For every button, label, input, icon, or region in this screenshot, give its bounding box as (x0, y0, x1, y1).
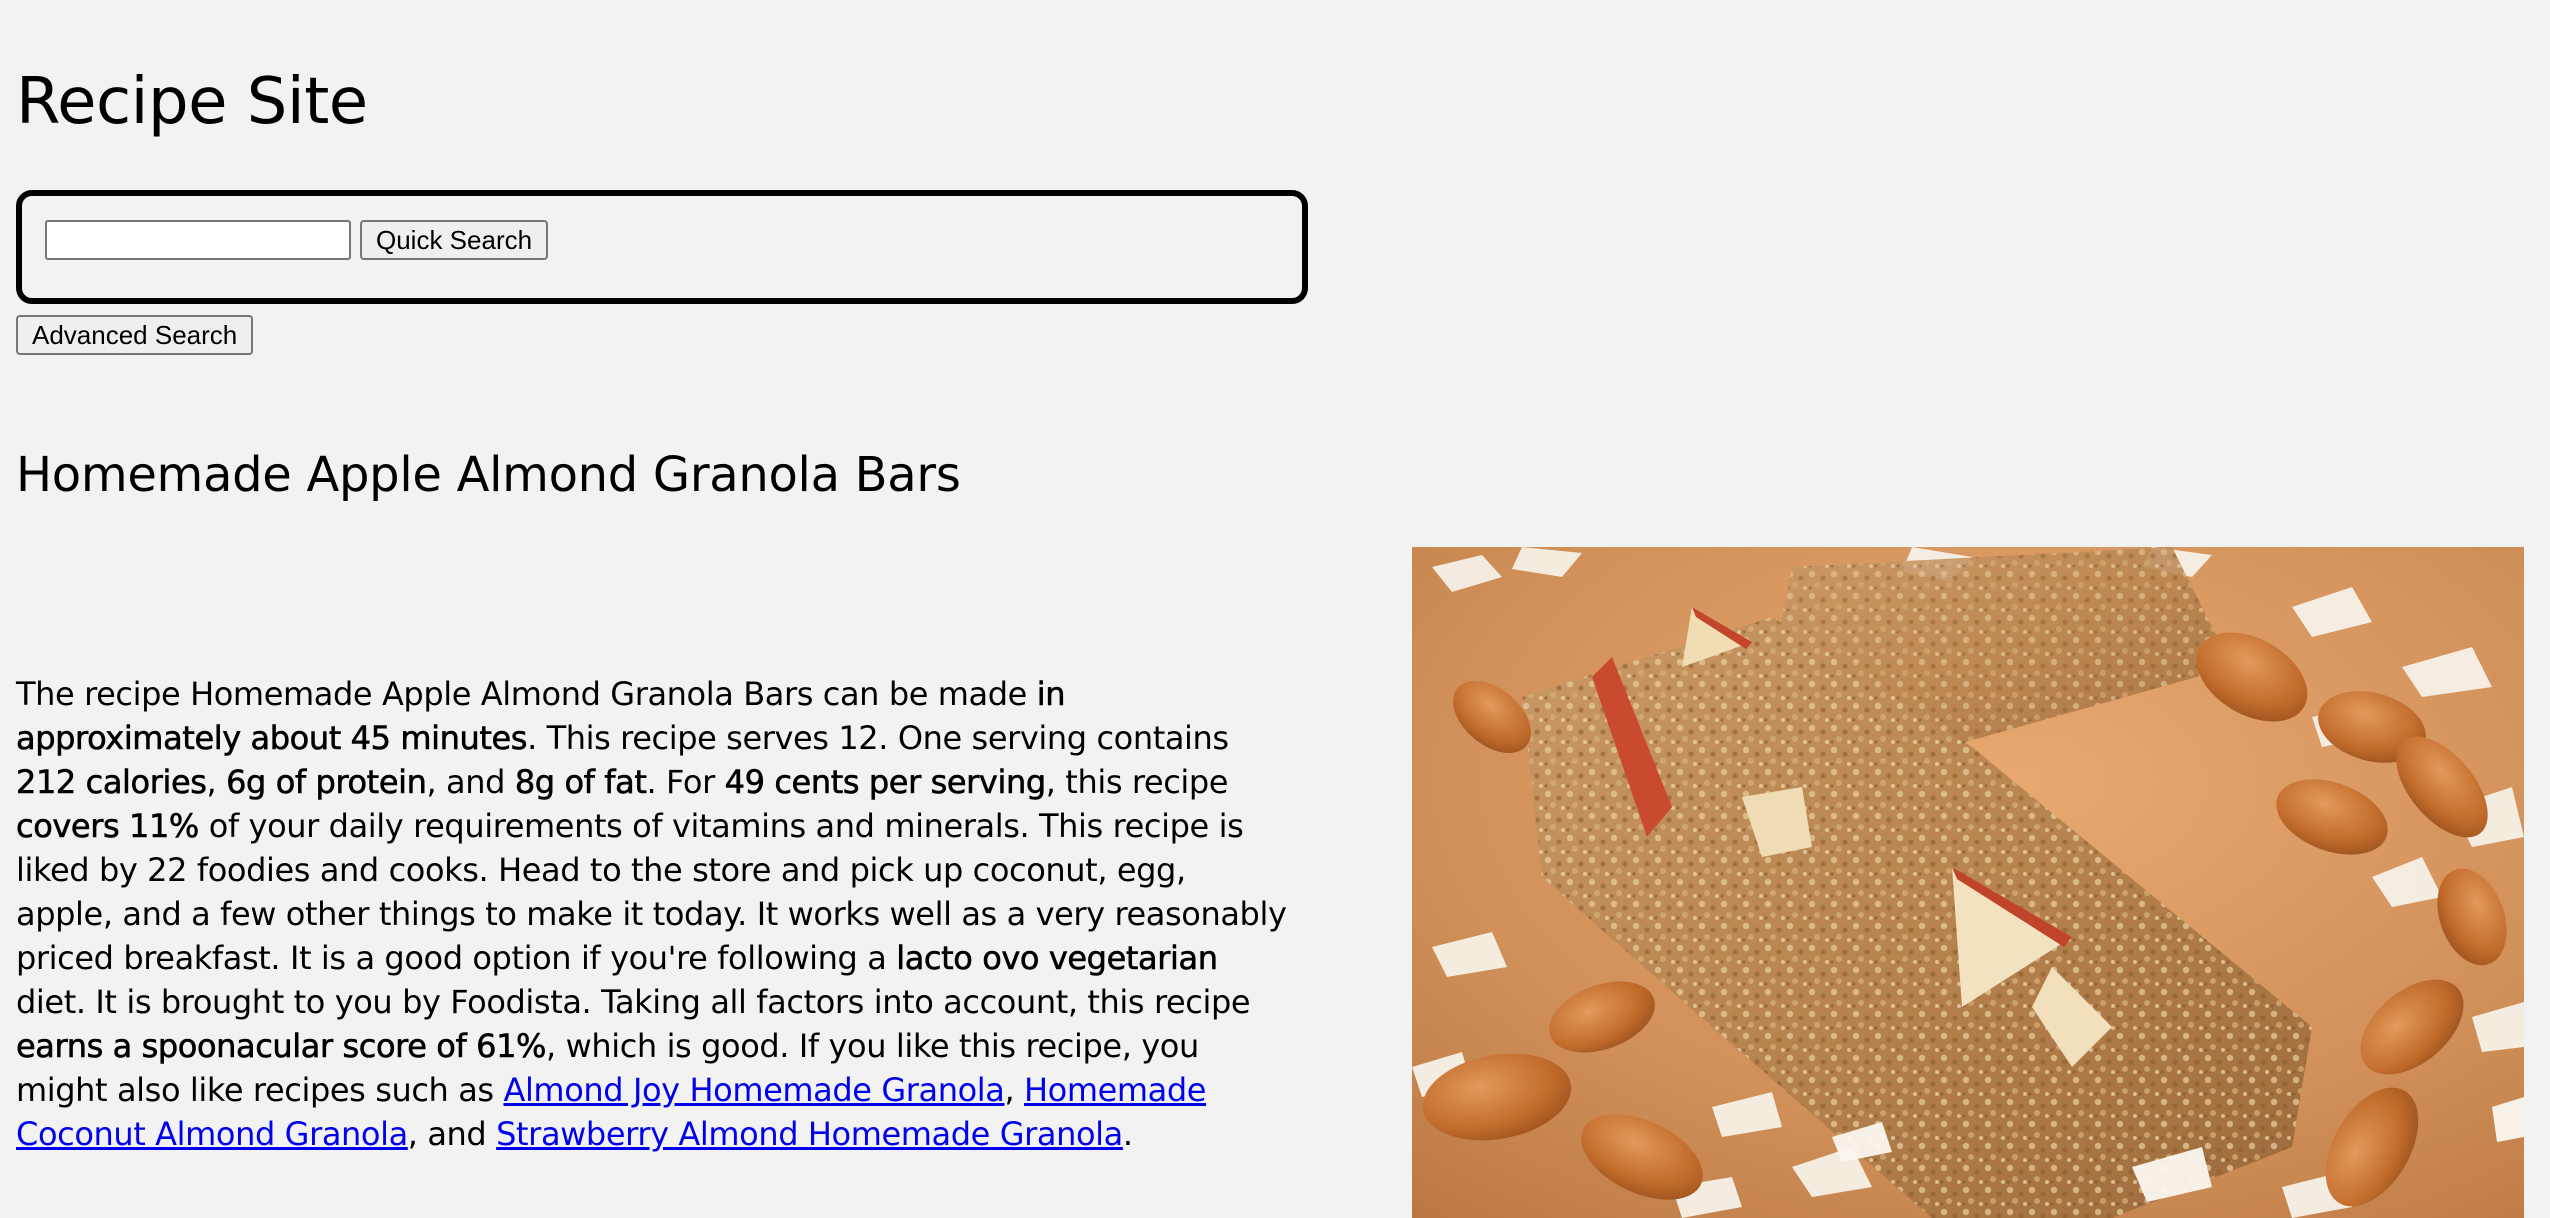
summary-emphasis: covers 11% (16, 807, 200, 846)
summary-text: The recipe Homemade Apple Almond Granola… (16, 675, 1037, 713)
advanced-search-button[interactable]: Advanced Search (16, 315, 254, 355)
granola-bars-photo-icon (1412, 547, 2524, 1218)
summary-emphasis: 49 cents per serving (724, 763, 1046, 802)
summary-text: . This recipe serves 12. One serving con… (527, 719, 1229, 757)
quick-search-button[interactable]: Quick Search (360, 220, 549, 260)
recipe-image (1412, 547, 2524, 1218)
summary-emphasis: lacto ovo vegetarian (896, 939, 1218, 978)
quick-search-form: Quick Search (16, 190, 1308, 304)
summary-emphasis: earns a spoonacular score of 61% (16, 1027, 547, 1066)
related-recipe-link[interactable]: Almond Joy Homemade Granola (503, 1071, 1004, 1109)
summary-text: , and (426, 763, 515, 801)
recipe-title: Homemade Apple Almond Granola Bars (16, 447, 961, 503)
summary-emphasis: 212 calories (16, 763, 208, 802)
recipe-summary: The recipe Homemade Apple Almond Granola… (16, 672, 1291, 1156)
summary-emphasis: 6g of protein (226, 763, 427, 802)
search-input[interactable] (45, 220, 351, 260)
summary-text: . (1122, 1115, 1133, 1153)
summary-text: diet. It is brought to you by Foodista. … (16, 983, 1251, 1021)
summary-text: . For (646, 763, 725, 801)
site-title: Recipe Site (16, 65, 368, 139)
summary-emphasis: 8g of fat (514, 763, 648, 802)
summary-text: , (1004, 1071, 1024, 1109)
summary-text: , (206, 763, 227, 801)
summary-text: , this recipe (1045, 763, 1229, 801)
summary-text: , and (407, 1115, 497, 1153)
related-recipe-link[interactable]: Strawberry Almond Homemade Granola (496, 1115, 1123, 1153)
